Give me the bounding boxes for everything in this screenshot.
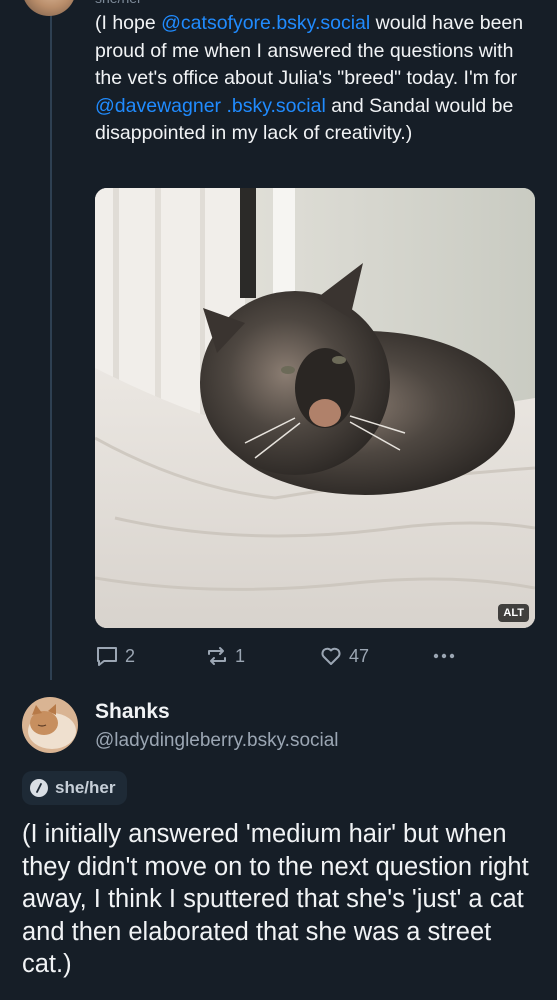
cat-photo (95, 188, 535, 628)
post-image-cat[interactable]: ALT (95, 188, 535, 628)
mention-link[interactable]: @catsofyore.bsky.social (161, 12, 370, 34)
reply-icon (97, 647, 117, 666)
repost-icon (208, 647, 226, 665)
reply-count: 2 (125, 645, 136, 666)
like-button[interactable]: 47 (319, 642, 369, 670)
like-count: 47 (349, 645, 370, 666)
alt-text-badge[interactable]: ALT (498, 604, 529, 622)
post-actions-bar: 2 1 47 (95, 642, 535, 670)
thread-view: she/her (I hope @catsofyore.bsky.social … (0, 0, 557, 1000)
reply-post-text: (I initially answered 'medium hair' but … (22, 820, 529, 978)
post-text-segment: (I hope (95, 12, 162, 34)
parent-post-text: (I hope @catsofyore.bsky.social would ha… (95, 10, 535, 148)
pronoun-icon (30, 779, 48, 797)
pronoun-label: she/her (55, 778, 116, 797)
repost-button[interactable]: 1 (205, 642, 245, 670)
pronoun-badge: she/her (22, 771, 128, 805)
mention-link[interactable]: @davewagner .bsky.social (95, 95, 326, 117)
reply-author-name[interactable]: Shanks (95, 700, 170, 724)
reply-button[interactable]: 2 (95, 642, 135, 670)
heart-icon (321, 647, 341, 665)
more-options-button[interactable] (431, 642, 463, 670)
parent-author-avatar[interactable] (22, 0, 76, 16)
parent-pronoun-label: she/her (95, 0, 185, 8)
reply-author-handle[interactable]: @ladydingleberry.bsky.social (95, 730, 339, 752)
more-options-icon (433, 653, 455, 659)
repost-count: 1 (235, 645, 246, 666)
reply-author-avatar[interactable] (22, 697, 78, 753)
avatar-cat-image (22, 697, 78, 753)
thread-connector-line (50, 0, 52, 680)
